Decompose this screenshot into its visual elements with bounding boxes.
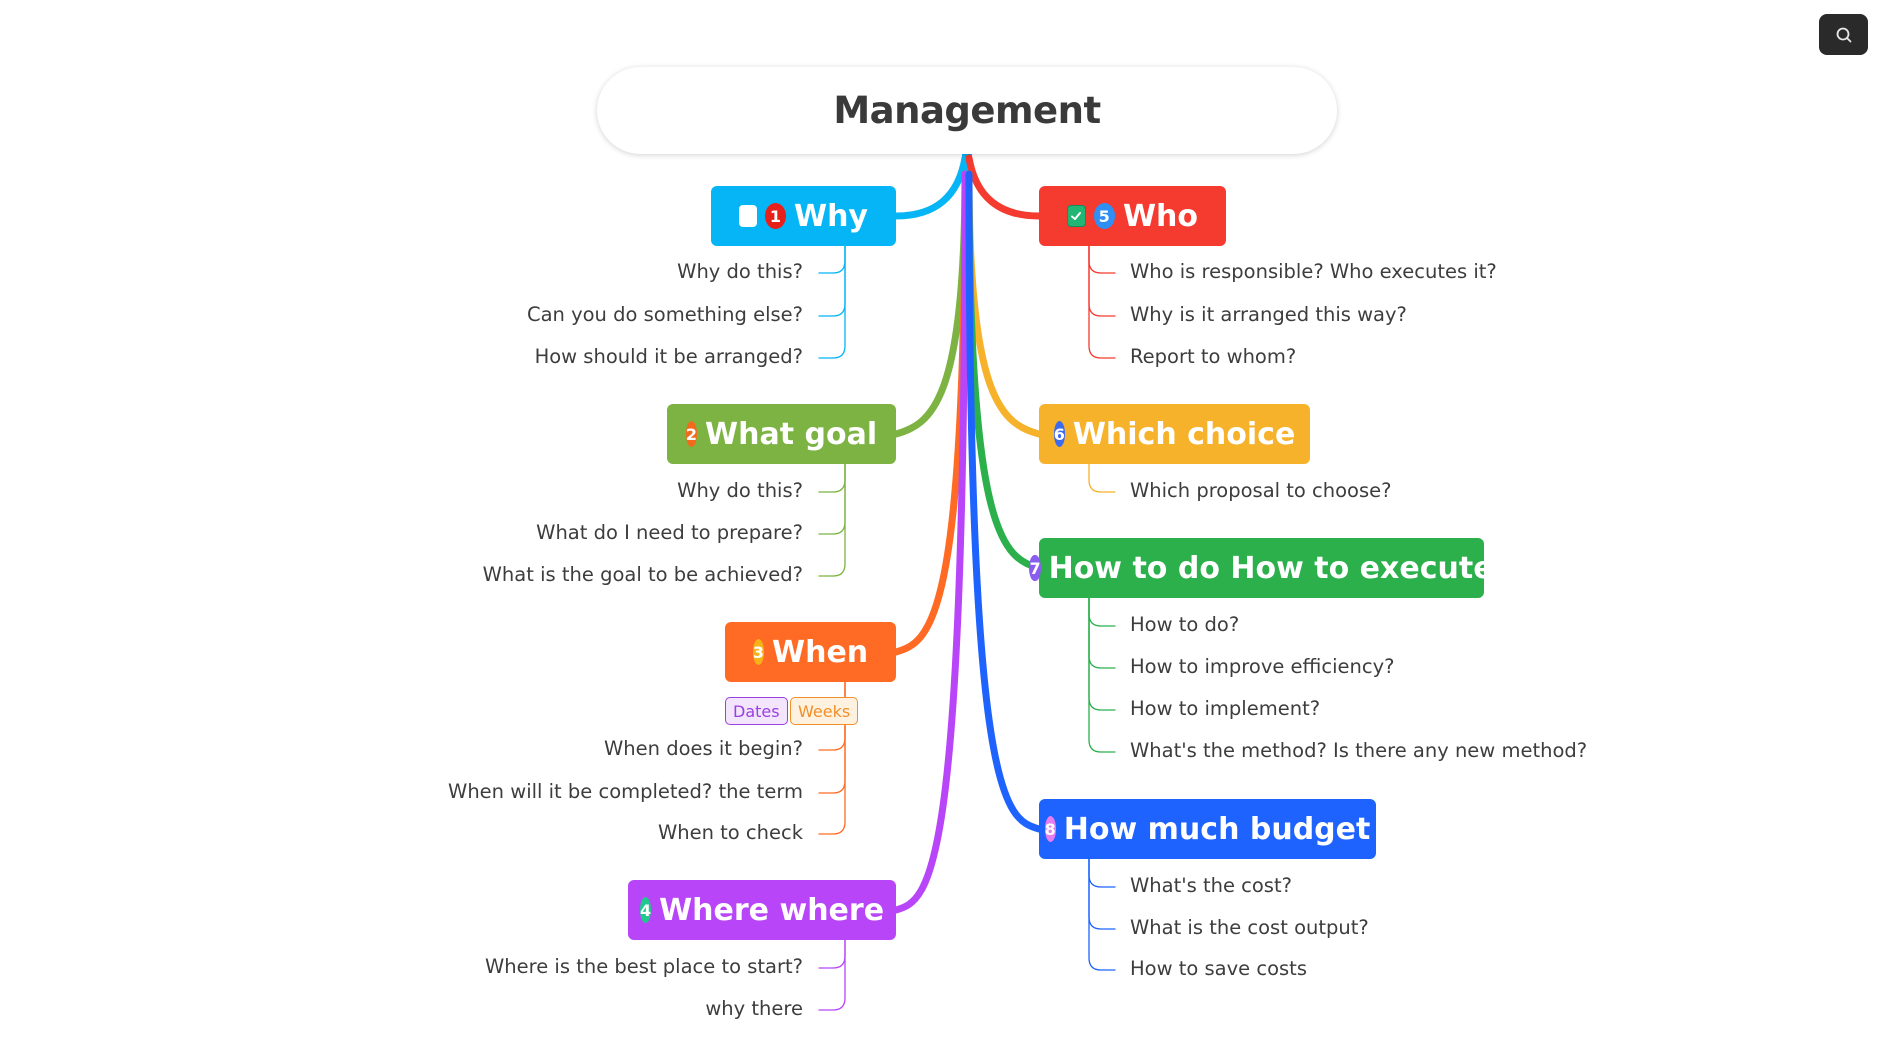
subtopic[interactable]: Who is responsible? Who executes it? <box>1130 260 1497 283</box>
child-line-why <box>818 245 846 274</box>
child-line-who <box>1088 245 1116 359</box>
topic-label: Who <box>1122 198 1198 234</box>
child-line-how-to <box>1088 597 1116 669</box>
checkbox-checked-icon[interactable] <box>1067 205 1086 227</box>
child-line-budget <box>1088 858 1116 971</box>
connector-lines <box>818 149 1116 1011</box>
priority-badge-icon: 6 <box>1053 421 1065 447</box>
subtopic[interactable]: What is the cost output? <box>1130 916 1369 939</box>
child-line-who <box>1088 245 1116 317</box>
checkbox-unchecked-icon[interactable] <box>739 205 757 227</box>
topic-where[interactable]: 4 Where where <box>628 880 896 940</box>
subtopic[interactable]: What is the goal to be achieved? <box>483 563 803 586</box>
subtopic[interactable]: Why do this? <box>677 260 803 283</box>
priority-badge-icon: 8 <box>1044 816 1056 842</box>
topic-when[interactable]: 3 When <box>725 622 896 682</box>
branch-line-where <box>892 170 969 914</box>
subtopic[interactable]: When does it begin? <box>604 737 803 760</box>
child-line-where <box>818 939 846 969</box>
branch-line-who <box>965 154 1043 220</box>
child-line-why <box>818 245 846 359</box>
search-icon <box>1836 27 1851 42</box>
priority-badge-icon: 1 <box>764 203 786 229</box>
topic-label: Why <box>793 198 868 234</box>
branch-line-how-to <box>965 170 1043 572</box>
subtopic[interactable]: What's the cost? <box>1130 874 1292 897</box>
priority-badge-icon: 4 <box>639 897 652 923</box>
subtopic[interactable]: What's the method? Is there any new meth… <box>1130 739 1587 762</box>
subtopic[interactable]: How to do? <box>1130 613 1239 636</box>
subtopic[interactable]: How should it be arranged? <box>535 345 803 368</box>
priority-badge-icon: 3 <box>752 639 764 665</box>
child-line-who <box>1088 245 1116 274</box>
child-line-budget <box>1088 858 1116 888</box>
branch-line-which-choice <box>965 170 1043 438</box>
root-topic[interactable]: Management <box>597 67 1337 154</box>
topic-what-goal[interactable]: 2 What goal <box>667 404 896 464</box>
child-line-what-goal <box>818 463 846 535</box>
child-line-which-choice <box>1088 463 1116 493</box>
priority-badge-icon: 5 <box>1093 203 1115 229</box>
subtopic[interactable]: Why is it arranged this way? <box>1130 303 1407 326</box>
topic-budget[interactable]: 8 How much budget <box>1039 799 1376 859</box>
child-line-how-to <box>1088 597 1116 711</box>
child-line-what-goal <box>818 463 846 577</box>
topic-label: Which choice <box>1072 416 1296 452</box>
branch-line-what-goal <box>892 170 969 438</box>
label-tag-weeks[interactable]: Weeks <box>790 697 859 725</box>
subtopic[interactable]: Why do this? <box>677 479 803 502</box>
child-line-what-goal <box>818 463 846 493</box>
topic-label: When <box>772 634 869 670</box>
branch-line-budget <box>965 170 1043 833</box>
priority-badge-icon: 2 <box>685 421 698 447</box>
search-button[interactable] <box>1819 14 1868 55</box>
subtopic[interactable]: why there <box>705 997 803 1020</box>
root-topic-label: Management <box>833 89 1101 132</box>
child-line-where <box>818 939 846 1011</box>
topic-who[interactable]: 5 Who <box>1039 186 1226 246</box>
subtopic[interactable]: Can you do something else? <box>527 303 803 326</box>
branch-line-when <box>892 170 969 656</box>
topic-label: Where where <box>659 892 885 928</box>
subtopic[interactable]: How to improve efficiency? <box>1130 655 1395 678</box>
subtopic[interactable]: How to implement? <box>1130 697 1320 720</box>
branch-line-why <box>892 154 969 220</box>
subtopic[interactable]: How to save costs <box>1130 957 1307 980</box>
topic-why[interactable]: 1 Why <box>711 186 896 246</box>
child-line-why <box>818 245 846 317</box>
topic-label: How to do How to execute <box>1048 550 1494 586</box>
subtopic[interactable]: What do I need to prepare? <box>536 521 803 544</box>
subtopic[interactable]: When will it be completed? the term <box>448 780 803 803</box>
label-tag-dates[interactable]: Dates <box>725 697 788 725</box>
subtopic[interactable]: Report to whom? <box>1130 345 1296 368</box>
child-line-how-to <box>1088 597 1116 753</box>
subtopic[interactable]: Where is the best place to start? <box>485 955 803 978</box>
topic-how-to[interactable]: 7 How to do How to execute <box>1029 538 1494 598</box>
subtopic[interactable]: Which proposal to choose? <box>1130 479 1392 502</box>
topic-label: How much budget <box>1063 811 1371 847</box>
subtopic[interactable]: When to check <box>658 821 803 844</box>
child-line-how-to <box>1088 597 1116 627</box>
priority-badge-icon: 7 <box>1029 555 1041 581</box>
topic-label: What goal <box>705 416 878 452</box>
child-line-budget <box>1088 858 1116 930</box>
topic-which-choice[interactable]: 6 Which choice <box>1039 404 1310 464</box>
